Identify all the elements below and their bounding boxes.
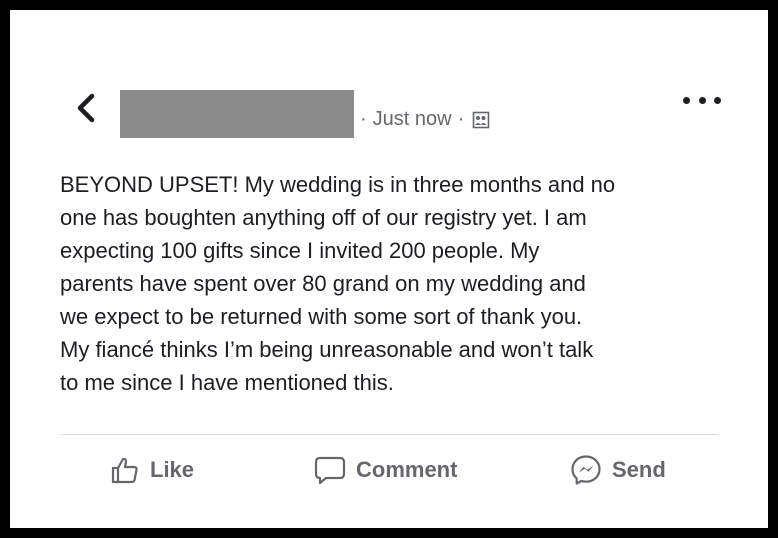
post-text-line: one has boughten anything off of our reg… (60, 205, 587, 230)
send-button[interactable]: Send (570, 446, 666, 494)
back-button[interactable] (68, 88, 108, 128)
post-text-line: we expect to be returned with some sort … (60, 304, 583, 329)
like-button[interactable]: Like (110, 446, 194, 494)
meta-separator: · (457, 108, 465, 130)
post-text-line: My fiancé thinks I’m being unreasonable … (60, 337, 594, 362)
chevron-left-icon (77, 93, 95, 123)
post-text-line: BEYOND UPSET! My wedding is in three mon… (60, 172, 616, 197)
post-body: BEYOND UPSET! My wedding is in three mon… (60, 168, 740, 399)
post-timestamp[interactable]: Just now (373, 108, 452, 131)
like-label: Like (150, 457, 195, 482)
thumbs-up-icon (111, 457, 138, 484)
more-horizontal-icon (683, 96, 690, 104)
speech-bubble-icon (314, 456, 346, 485)
more-options-button[interactable] (682, 88, 722, 112)
more-horizontal-icon (698, 96, 706, 104)
meta-separator: · (360, 108, 367, 130)
redacted-author-name (120, 90, 354, 138)
post-card: · Just now · BEYOND UPSET! My wedding is… (10, 10, 768, 528)
post-text-line: parents have spent over 80 grand on my w… (60, 271, 586, 296)
more-horizontal-icon (714, 96, 721, 104)
post-actions-bar: Like Comment Send (60, 446, 718, 494)
post-meta: · Just now · (354, 108, 490, 131)
send-label: Send (612, 457, 666, 482)
post-text-line: to me since I have mentioned this. (60, 370, 394, 395)
post-text-line: expecting 100 gifts since I invited 200 … (60, 238, 540, 263)
messenger-icon (571, 455, 601, 485)
comment-label: Comment (356, 457, 458, 482)
comment-button[interactable]: Comment (314, 446, 457, 494)
actions-divider (60, 434, 718, 435)
friends-audience-icon[interactable] (472, 111, 490, 129)
